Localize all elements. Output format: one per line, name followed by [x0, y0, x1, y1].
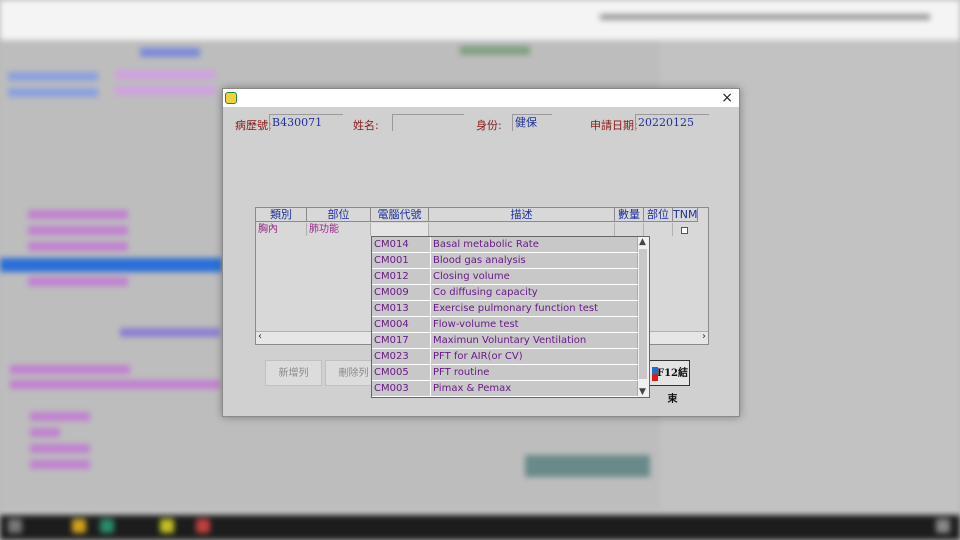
item-description: Closing volume: [430, 269, 639, 284]
apply-date-field[interactable]: 20220125: [635, 114, 709, 131]
item-code: CM004: [374, 319, 409, 330]
code-dropdown-list[interactable]: ▲ ▼ CM014 Basal metabolic Rate CM001 Blood …: [371, 236, 650, 398]
list-item[interactable]: CM005 PFT routine: [372, 365, 638, 381]
list-item[interactable]: CM017 Maximun Voluntary Ventilation: [372, 333, 638, 349]
close-icon[interactable]: ×: [721, 89, 733, 107]
scroll-right-icon[interactable]: ›: [702, 331, 706, 342]
scroll-thumb[interactable]: [639, 249, 647, 379]
chart-no-field[interactable]: B430071: [269, 114, 343, 131]
scroll-up-icon[interactable]: ▲: [639, 237, 646, 247]
apply-date-label: 申請日期:: [590, 119, 638, 132]
app-icon: [225, 92, 237, 104]
item-description: Pimax & Pemax: [430, 381, 639, 396]
chart-no-label: 病歷號:: [235, 119, 272, 132]
column-header[interactable]: 數量: [615, 208, 644, 222]
item-description: Maximun Voluntary Ventilation: [430, 333, 639, 348]
item-code: CM023: [374, 351, 409, 362]
tnm-checkbox[interactable]: [681, 227, 688, 234]
column-header[interactable]: TNM: [673, 208, 698, 222]
site-cell[interactable]: 肺功能: [307, 223, 371, 236]
column-header[interactable]: 部位: [307, 208, 371, 222]
taskbar: [0, 515, 960, 540]
item-description: Flow-volume test: [430, 317, 639, 332]
list-item[interactable]: CM013 Exercise pulmonary function test: [372, 301, 638, 317]
exit-icon: [652, 367, 658, 381]
column-header[interactable]: 描述: [429, 208, 615, 222]
list-item[interactable]: CM012 Closing volume: [372, 269, 638, 285]
scroll-left-icon[interactable]: ‹: [258, 331, 262, 342]
add-row-button[interactable]: 新增列: [265, 360, 322, 386]
item-code: CM017: [374, 335, 409, 346]
background-menubar-text: [600, 14, 930, 20]
order-dialog: × 病歷號: B430071 姓名: 身份: 健保 申請日期: 20220125…: [222, 88, 740, 417]
code-cell[interactable]: [371, 223, 429, 236]
column-header[interactable]: 電腦代號: [371, 208, 429, 222]
item-description: Basal metabolic Rate: [430, 237, 639, 252]
item-code: CM005: [374, 367, 409, 378]
background-menubar: [0, 0, 960, 40]
dialog-titlebar: ×: [223, 89, 739, 107]
name-field[interactable]: [392, 114, 464, 131]
item-code: CM009: [374, 287, 409, 298]
identity-label: 身份:: [476, 119, 502, 132]
item-code: CM012: [374, 271, 409, 282]
qty-cell[interactable]: [615, 223, 644, 236]
identity-field[interactable]: 健保: [512, 114, 552, 131]
list-item[interactable]: CM003 Pimax & Pemax: [372, 381, 638, 397]
item-code: CM001: [374, 255, 409, 266]
item-code: CM003: [374, 383, 409, 394]
item-code: CM014: [374, 239, 409, 250]
list-item[interactable]: CM014 Basal metabolic Rate: [372, 237, 638, 253]
item-description: Blood gas analysis: [430, 253, 639, 268]
description-cell[interactable]: [429, 223, 615, 236]
list-item[interactable]: CM001 Blood gas analysis: [372, 253, 638, 269]
category-cell[interactable]: 胸內: [256, 223, 307, 236]
item-code: CM013: [374, 303, 409, 314]
end-button[interactable]: F12結束: [649, 360, 690, 405]
list-item[interactable]: CM004 Flow-volume test: [372, 317, 638, 333]
scroll-down-icon[interactable]: ▼: [639, 387, 646, 397]
list-item[interactable]: CM023 PFT for AIR(or CV): [372, 349, 638, 365]
column-header[interactable]: 部位: [644, 208, 673, 222]
list-item[interactable]: CM009 Co diffusing capacity: [372, 285, 638, 301]
end-button-label: F12結束: [656, 368, 688, 405]
item-description: PFT routine: [430, 365, 639, 380]
item-description: PFT for AIR(or CV): [430, 349, 639, 364]
item-description: Exercise pulmonary function test: [430, 301, 639, 316]
item-description: Co diffusing capacity: [430, 285, 639, 300]
name-label: 姓名:: [353, 119, 379, 132]
table-header: 類別 部位 電腦代號 描述 數量 部位 TNM: [256, 208, 708, 222]
site2-cell[interactable]: [644, 223, 673, 236]
column-header[interactable]: 類別: [256, 208, 307, 222]
